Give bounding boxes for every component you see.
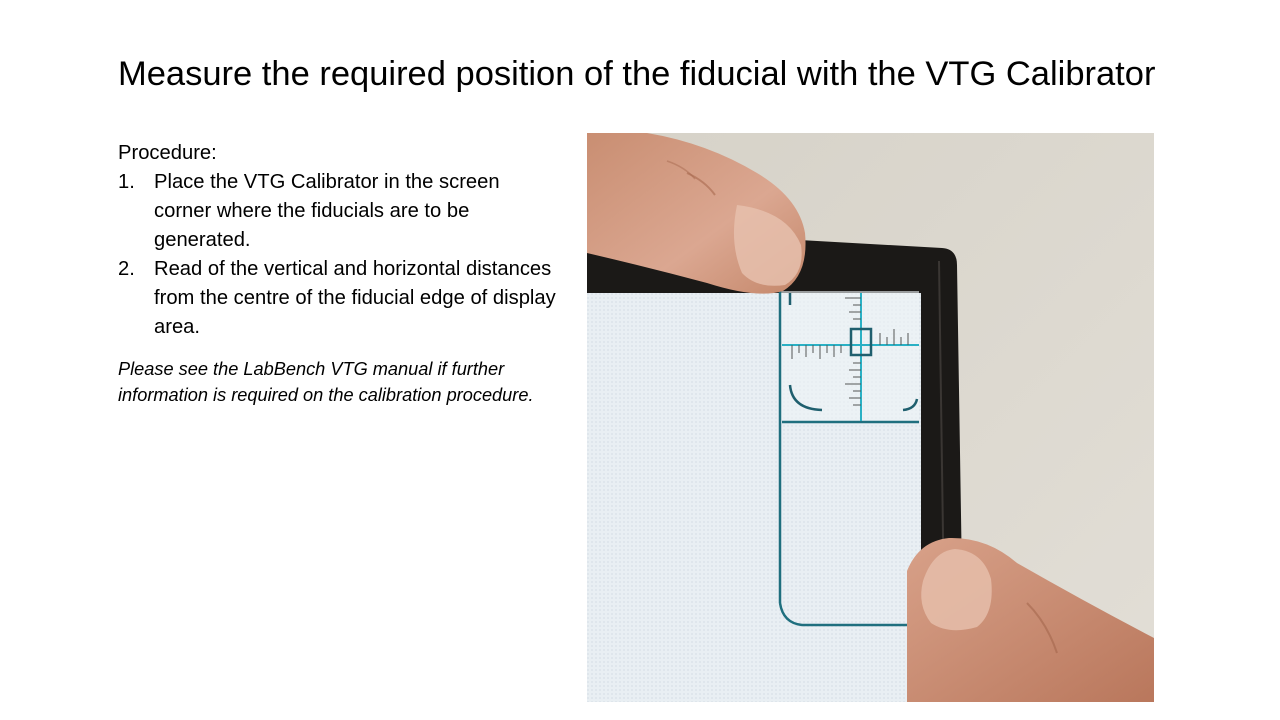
slide-title: Measure the required position of the fid… bbox=[118, 55, 1156, 93]
procedure-heading: Procedure: bbox=[118, 142, 217, 164]
step-text: Read of the vertical and horizontal dist… bbox=[154, 258, 556, 338]
step-number: 2. bbox=[118, 258, 135, 280]
procedure-section: Procedure: 1. Place the VTG Calibrator i… bbox=[118, 139, 558, 408]
step-text: Place the VTG Calibrator in the screen c… bbox=[154, 171, 500, 251]
manual-note: Please see the LabBench VTG manual if fu… bbox=[118, 359, 534, 405]
step-number: 1. bbox=[118, 171, 135, 193]
procedure-step: 1. Place the VTG Calibrator in the scree… bbox=[118, 168, 558, 255]
calibrator-photo bbox=[587, 133, 1154, 702]
procedure-step: 2. Read of the vertical and horizontal d… bbox=[118, 255, 558, 342]
procedure-steps: 1. Place the VTG Calibrator in the scree… bbox=[118, 168, 558, 342]
